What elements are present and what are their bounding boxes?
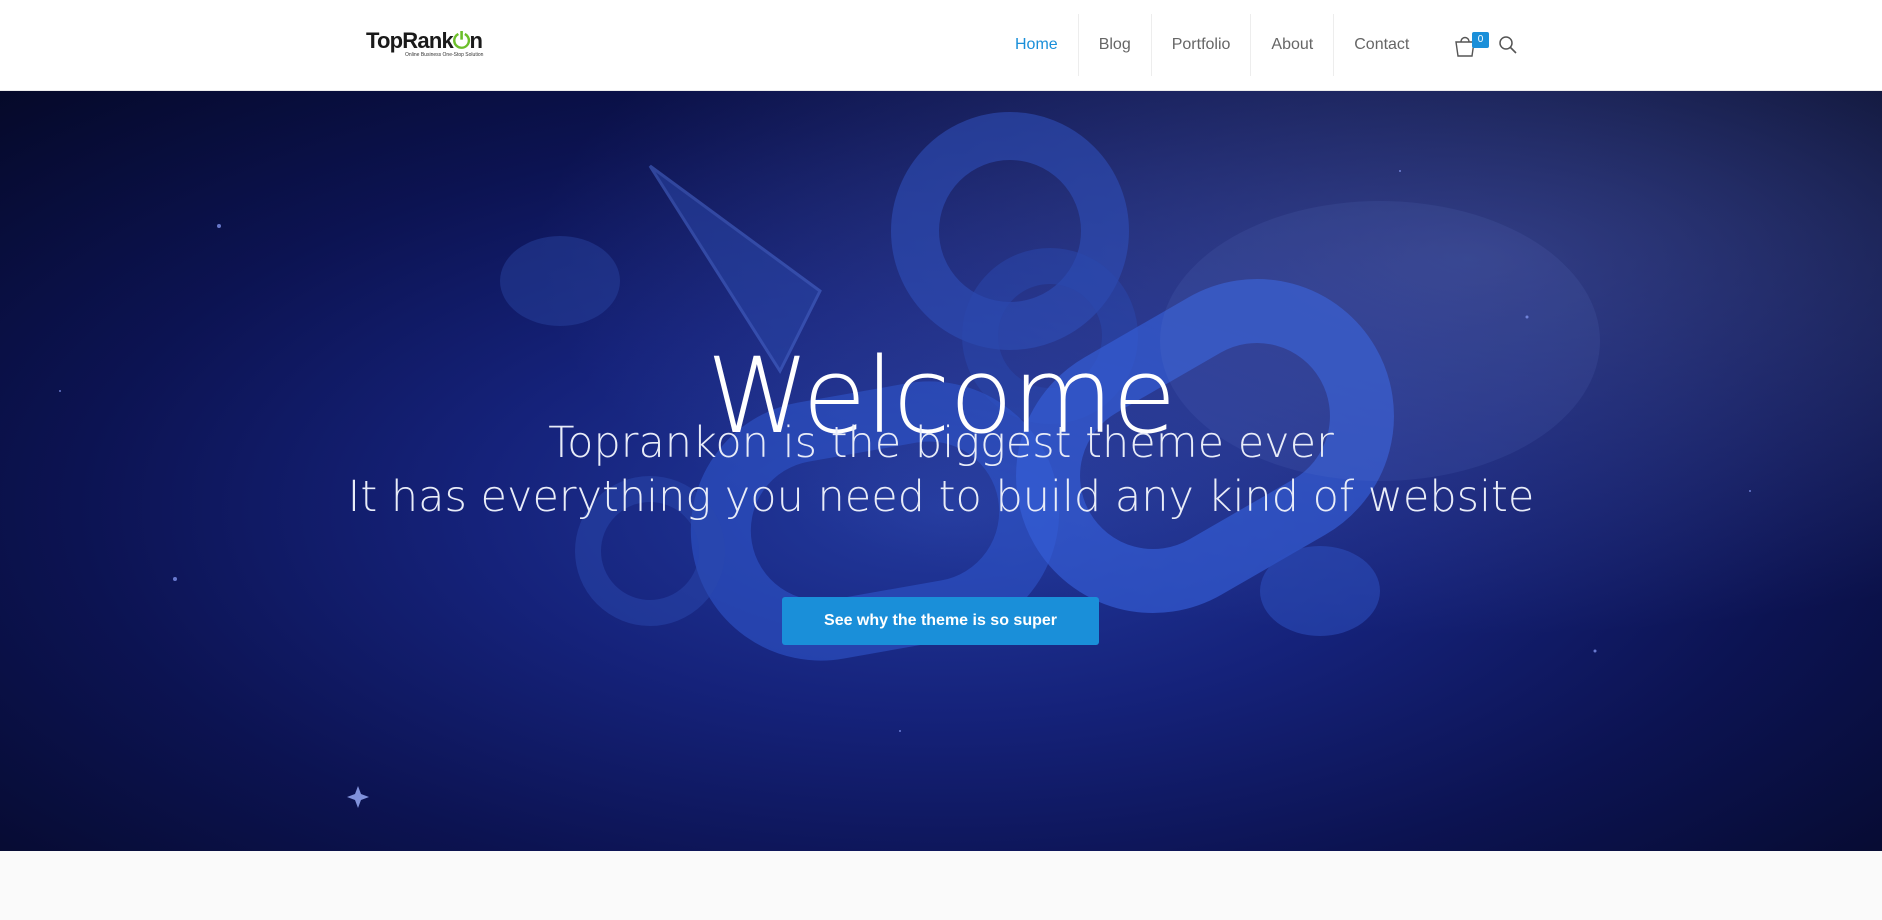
hero-subtitle-line1: Toprankon is the biggest theme ever xyxy=(548,418,1334,468)
hero-cta-button[interactable]: See why the theme is so super xyxy=(782,597,1099,645)
site-logo[interactable]: TopRank⏻n Online Business One-Stop Solut… xyxy=(366,30,490,60)
hero-subtitle-line2: It has everything you need to build any … xyxy=(347,472,1535,522)
cart-count-badge: 0 xyxy=(1472,32,1489,48)
logo-tagline: Online Business One-Stop Solution xyxy=(405,52,484,58)
logo-text-mid: Rank xyxy=(402,28,453,53)
logo-text-suffix-n: n xyxy=(469,28,483,53)
main-nav: Home Blog Portfolio About Contact xyxy=(995,14,1429,76)
search-icon[interactable] xyxy=(1498,35,1518,55)
nav-item-portfolio[interactable]: Portfolio xyxy=(1152,14,1252,76)
nav-item-about[interactable]: About xyxy=(1251,14,1335,76)
nav-item-home[interactable]: Home xyxy=(995,14,1079,76)
logo-text-prefix: Top xyxy=(366,28,403,53)
hero-section: Welcome Toprankon is the biggest theme e… xyxy=(0,91,1882,851)
logo-power-glyph: ⏻ xyxy=(452,28,470,53)
nav-item-blog[interactable]: Blog xyxy=(1079,14,1152,76)
next-section xyxy=(0,851,1882,920)
nav-item-contact[interactable]: Contact xyxy=(1334,14,1429,76)
site-header: TopRank⏻n Online Business One-Stop Solut… xyxy=(0,0,1882,91)
